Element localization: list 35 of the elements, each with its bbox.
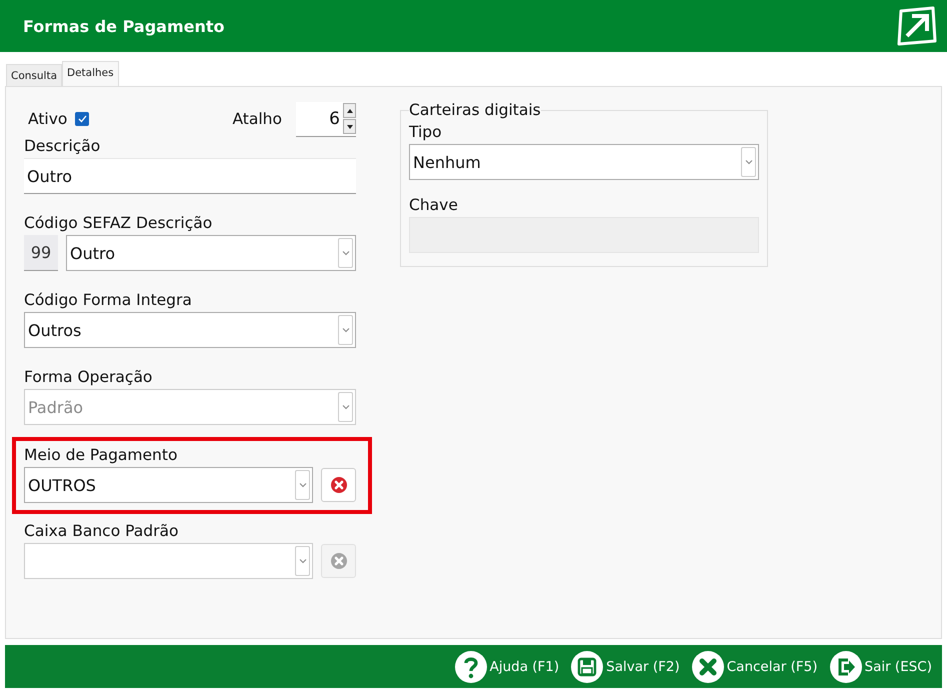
field-label: Ativo	[28, 110, 68, 128]
action-button[interactable]: Sair (ESC)	[830, 650, 932, 682]
select-field[interactable]: Outros	[24, 312, 356, 348]
tab[interactable]: Detalhes	[62, 61, 119, 86]
clear-icon	[330, 552, 348, 570]
window-title: Formas de Pagamento	[23, 16, 224, 36]
field-label: Meio de Pagamento	[24, 446, 178, 464]
exit-icon	[830, 650, 862, 682]
action-button[interactable]: Salvar (F2)	[571, 650, 680, 682]
clear-button[interactable]	[321, 468, 356, 502]
arrow-logo-icon	[895, 5, 939, 47]
group-title: Carteiras digitais	[409, 101, 541, 119]
field-label: Código Forma Integra	[24, 291, 192, 309]
select-field[interactable]: Outro	[66, 235, 356, 271]
select-field[interactable]: OUTROS	[24, 467, 313, 503]
field-label: Chave	[409, 196, 458, 214]
field-label: Tipo	[409, 123, 442, 141]
clear-icon	[330, 476, 348, 494]
checkbox[interactable]	[75, 112, 90, 126]
field-label: Caixa Banco Padrão	[24, 522, 178, 540]
text-field[interactable]: Outro	[24, 158, 356, 194]
number-spinner[interactable]: 6	[296, 102, 356, 136]
save-icon	[571, 650, 604, 682]
check-icon	[78, 115, 87, 123]
code-field: 99	[24, 235, 58, 271]
field-label: Atalho	[232, 110, 282, 128]
tab[interactable]: Consulta	[6, 64, 62, 86]
action-button[interactable]: Cancelar (F5)	[692, 650, 818, 682]
close-icon	[692, 650, 724, 682]
field-label: Forma Operação	[24, 368, 152, 386]
field-label: Código SEFAZ Descrição	[24, 214, 212, 232]
action-button[interactable]: Ajuda (F1)	[454, 650, 560, 682]
select-field[interactable]: Nenhum	[409, 144, 759, 180]
help-icon	[454, 650, 487, 682]
field-label: Descrição	[24, 137, 100, 155]
